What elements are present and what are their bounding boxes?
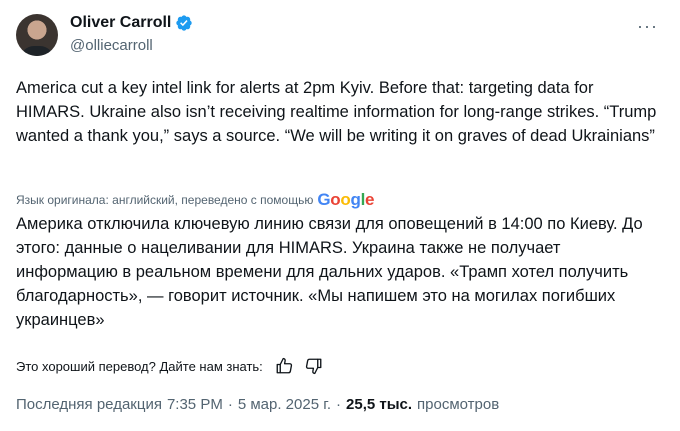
tweet-original-text: America cut a key intel link for alerts … [16, 79, 657, 145]
tweet-translated-text: Америка отключила ключевую линию связи д… [16, 215, 643, 329]
translation-label[interactable]: Язык оригинала: английский, переведено с… [16, 193, 313, 207]
translation-feedback: Это хороший перевод? Дайте нам знать: [16, 357, 323, 375]
translation-attribution: Язык оригинала: английский, переведено с… [16, 190, 374, 210]
verified-badge-icon [176, 15, 193, 31]
author-handle[interactable]: @olliecarroll [70, 37, 153, 54]
views-label: просмотров [417, 396, 500, 413]
more-icon[interactable]: ··· [637, 16, 658, 37]
author-name[interactable]: Oliver Carroll [70, 14, 171, 32]
thumbs-up-icon[interactable] [275, 357, 293, 375]
tweet-time[interactable]: 7:35 PM [167, 396, 223, 413]
thumbs-down-icon[interactable] [305, 357, 323, 375]
edited-label[interactable]: Последняя редакция [16, 396, 162, 413]
tweet-date[interactable]: 5 мар. 2025 г. [238, 396, 331, 413]
tweet-meta: Последняя редакция 7:35 PM · 5 мар. 2025… [16, 396, 499, 413]
author-header: Oliver Carroll [70, 14, 193, 32]
meta-separator: · [227, 396, 233, 413]
google-logo: Google [317, 190, 375, 209]
avatar[interactable] [16, 14, 58, 56]
meta-separator: · [336, 396, 342, 413]
avatar-body [20, 46, 54, 56]
feedback-prompt: Это хороший перевод? Дайте нам знать: [16, 358, 263, 374]
views-count[interactable]: 25,5 тыс. [346, 396, 412, 413]
